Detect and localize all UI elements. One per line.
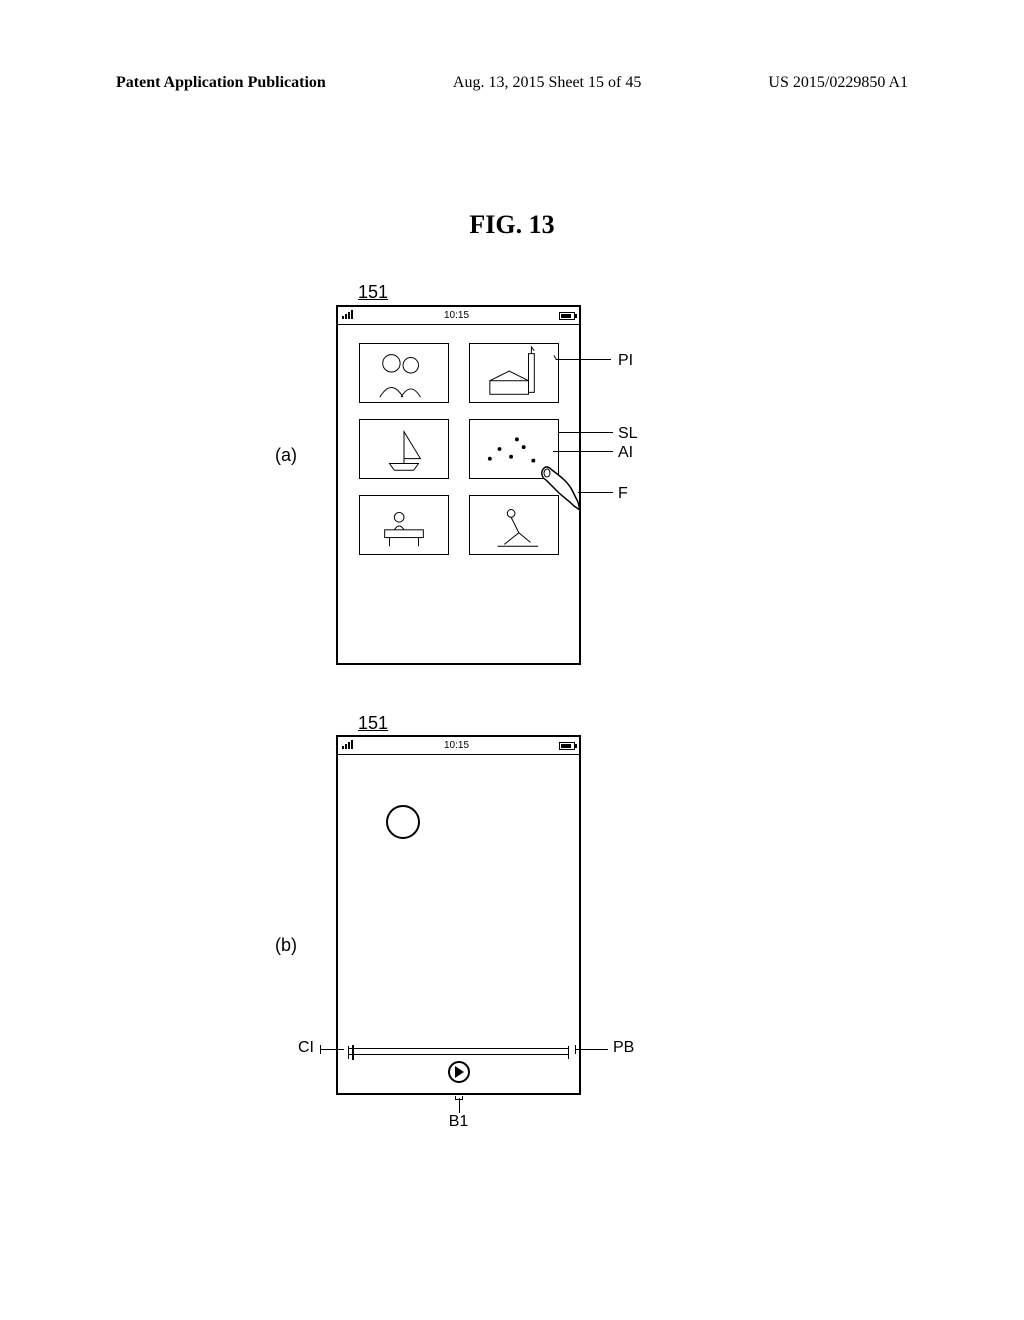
thumbnail-building[interactable] (469, 343, 559, 403)
thumbnail-people[interactable] (359, 343, 449, 403)
status-bar: 10:15 (338, 307, 579, 325)
callout-ci: CI (298, 1039, 314, 1057)
page-header: Patent Application Publication Aug. 13, … (116, 74, 908, 92)
circle-shape (386, 805, 420, 839)
sublabel-a: (a) (275, 445, 297, 466)
phone-screen-b: 10:15 B1 CI PB (336, 735, 581, 1095)
callout-pb: PB (613, 1039, 634, 1057)
callout-f: F (618, 485, 628, 503)
play-button[interactable] (448, 1061, 470, 1083)
progress-area (348, 1048, 569, 1055)
thumbnail-sailboat[interactable] (359, 419, 449, 479)
progress-bar[interactable] (348, 1048, 569, 1055)
callout-pi: PI (618, 352, 633, 370)
callout-b1: B1 (449, 1113, 469, 1131)
header-right: US 2015/0229850 A1 (768, 74, 908, 92)
phone-ref-bot: 151 (358, 713, 388, 734)
battery-icon (559, 742, 575, 750)
header-left: Patent Application Publication (116, 74, 326, 92)
battery-icon (559, 312, 575, 320)
status-time: 10:15 (444, 310, 469, 321)
sublabel-b: (b) (275, 935, 297, 956)
phone-ref-top: 151 (358, 282, 388, 303)
callout-ai: AI (618, 444, 633, 462)
signal-icon (342, 739, 354, 752)
thumbnail-bench[interactable] (359, 495, 449, 555)
status-time-b: 10:15 (444, 740, 469, 751)
progress-cursor[interactable] (352, 1045, 354, 1060)
finger-pointer-icon (538, 462, 583, 512)
figure-title: FIG. 13 (0, 210, 1024, 240)
signal-icon (342, 309, 354, 322)
status-bar-b: 10:15 (338, 737, 579, 755)
header-center: Aug. 13, 2015 Sheet 15 of 45 (453, 74, 641, 92)
phone-screen-a: 10:15 PI SL AI F (336, 305, 581, 665)
callout-sl: SL (618, 425, 638, 443)
thumbnail-grid (338, 325, 579, 573)
